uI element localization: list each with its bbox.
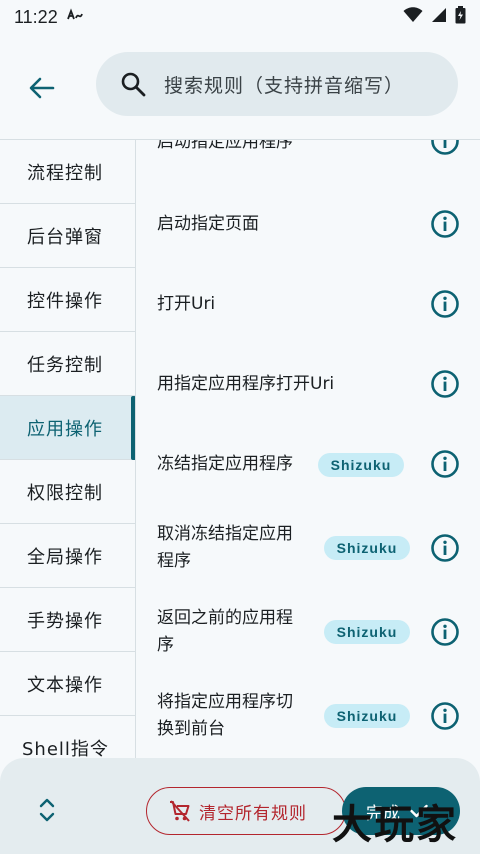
shizuku-badge: Shizuku [318,453,404,477]
list-item[interactable]: 用指定应用程序打开Uri [136,356,480,412]
search-icon [121,72,146,97]
sidebar-item-text-ops[interactable]: 文本操作 [0,652,135,716]
info-icon[interactable] [430,369,460,399]
rule-label: 用指定应用程序打开Uri [157,374,335,394]
clear-all-rules-button[interactable]: 清空所有规则 [146,787,346,835]
info-icon[interactable] [430,209,460,239]
cart-remove-icon [170,800,190,822]
top-bar: 搜索规则（支持拼音缩写） [0,34,480,138]
info-icon[interactable] [430,533,460,563]
rule-list: 启动指定应用程序 启动指定页面 打开Uri 用指定应用程序打开Uri 冻结指定应… [136,140,480,760]
list-item[interactable]: 打开Uri [136,276,480,332]
list-item[interactable]: 取消冻结指定应用 程序 Shizuku [136,516,480,580]
sidebar-item-label: 任务控制 [27,354,103,376]
shizuku-badge: Shizuku [324,536,410,560]
list-item[interactable]: 返回之前的应用程 序 Shizuku [136,600,480,664]
search-input[interactable]: 搜索规则（支持拼音缩写） [96,52,458,116]
list-item[interactable]: 启动指定页面 [136,196,480,252]
list-item[interactable]: 启动指定应用程序 [136,140,480,164]
rule-label: 打开Uri [157,294,216,314]
watermark-logo: 大玩家 [332,801,458,848]
sidebar-item-label: 权限控制 [27,482,103,504]
arrow-back-icon [29,77,55,99]
sidebar-item-app-ops[interactable]: 应用操作 [0,396,135,460]
sidebar-item-global-ops[interactable]: 全局操作 [0,524,135,588]
sidebar-item-label: 手势操作 [27,610,103,632]
rule-label-line1: 返回之前的应用程 [157,608,293,628]
status-bar: 11:22 [0,0,480,34]
sidebar-item-label: 应用操作 [27,418,103,440]
sidebar-item-label: 全局操作 [27,546,103,568]
sidebar-item-task-control[interactable]: 任务控制 [0,332,135,396]
rule-label-line2: 换到前台 [157,719,225,739]
a-icon [66,8,84,26]
shizuku-badge: Shizuku [324,620,410,644]
search-placeholder: 搜索规则（支持拼音缩写） [164,74,405,97]
sidebar-item-label: 文本操作 [27,674,103,696]
wifi-icon [403,6,423,28]
info-icon[interactable] [430,140,460,156]
status-time: 11:22 [14,6,58,27]
info-icon[interactable] [430,701,460,731]
list-item[interactable]: 冻结指定应用程序 Shizuku [136,436,480,492]
sidebar-item-permission-control[interactable]: 权限控制 [0,460,135,524]
rule-label-line1: 取消冻结指定应用 [157,524,293,544]
back-button[interactable] [22,68,62,108]
rule-label: 启动指定应用程序 [157,140,293,152]
sidebar-item-label: 流程控制 [27,162,103,184]
rule-label-line2: 序 [157,635,174,655]
info-icon[interactable] [430,617,460,647]
category-sidebar: 流程控制 后台弹窗 控件操作 任务控制 应用操作 权限控制 全局操作 手势操作 … [0,140,136,760]
rule-label: 冻结指定应用程序 [157,454,293,474]
sidebar-item-widget-ops[interactable]: 控件操作 [0,268,135,332]
rule-label: 启动指定页面 [157,214,259,234]
sidebar-item-gesture-ops[interactable]: 手势操作 [0,588,135,652]
info-icon[interactable] [430,289,460,319]
sidebar-item-flow-control[interactable]: 流程控制 [0,140,135,204]
signal-icon [431,7,447,28]
shizuku-badge: Shizuku [324,704,410,728]
clear-all-rules-label: 清空所有规则 [199,803,307,824]
info-icon[interactable] [430,449,460,479]
rule-label-line2: 程序 [157,551,191,571]
battery-icon [455,5,466,29]
sidebar-item-label: 控件操作 [27,290,103,312]
unfold-icon[interactable] [34,796,60,824]
sidebar-item-shell[interactable]: Shell指令 [0,716,135,760]
list-item[interactable]: 将指定应用程序切 换到前台 Shizuku [136,684,480,748]
sidebar-item-label: Shell指令 [22,738,109,760]
sidebar-item-background-popup[interactable]: 后台弹窗 [0,204,135,268]
sidebar-item-label: 后台弹窗 [27,226,103,248]
rule-label-line1: 将指定应用程序切 [157,692,293,712]
